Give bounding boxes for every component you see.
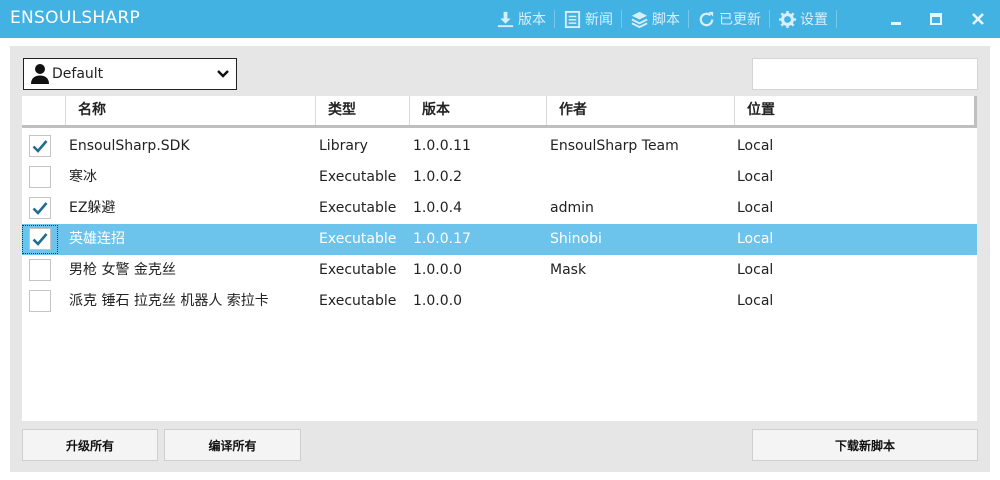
cell-location: Local [737, 231, 774, 247]
cell-location: Local [737, 138, 774, 154]
cell-location: Local [737, 200, 774, 216]
title-bar: ENSOULSHARP 版本 新闻 脚本 已更新 设置 [0, 0, 1000, 38]
row-checkbox[interactable] [29, 259, 51, 281]
updated-button-label: 已更新 [719, 12, 761, 28]
cell-type: Executable [319, 262, 397, 278]
cell-type: Library [319, 138, 368, 154]
download-new-scripts-button[interactable]: 下载新脚本 [752, 429, 978, 461]
table-row[interactable]: 英雄连招 Executable 1.0.0.17 Shinobi Local [22, 224, 977, 255]
app-title: ENSOULSHARP [10, 8, 141, 28]
scripts-button[interactable]: 脚本 [622, 0, 688, 38]
maximize-button[interactable] [916, 0, 956, 38]
cell-version: 1.0.0.4 [413, 200, 462, 216]
row-checkbox[interactable] [29, 135, 51, 157]
cell-type: Executable [319, 169, 397, 185]
close-icon [972, 13, 984, 25]
table-row[interactable]: 派克 锤石 拉克丝 机器人 索拉卡 Executable 1.0.0.0 Local [22, 286, 977, 317]
news-button-label: 新闻 [585, 12, 613, 28]
search-input[interactable] [752, 58, 978, 90]
cell-author: Shinobi [550, 231, 602, 247]
version-button[interactable]: 版本 [488, 0, 554, 38]
scripts-table: 名称 类型 版本 作者 位置 EnsoulSharp.SDK Library 1.0… [22, 96, 977, 421]
cell-version: 1.0.0.2 [413, 169, 462, 185]
cell-version: 1.0.0.0 [413, 293, 462, 309]
cell-name: 寒冰 [69, 169, 97, 185]
cell-type: Executable [319, 231, 397, 247]
cell-author: admin [550, 200, 594, 216]
cell-name: 英雄连招 [69, 231, 125, 247]
row-checkbox[interactable] [29, 197, 51, 219]
refresh-icon [699, 11, 714, 26]
titlebar-actions: 版本 新闻 脚本 已更新 设置 [488, 0, 837, 38]
row-checkbox[interactable] [29, 290, 51, 312]
chevron-down-icon [217, 70, 229, 78]
layers-icon [631, 11, 648, 28]
row-checkbox[interactable] [29, 228, 51, 250]
upgrade-all-button[interactable]: 升级所有 [22, 429, 158, 461]
header-end-bar [974, 96, 977, 128]
table-row[interactable]: EZ躲避 Executable 1.0.0.4 admin Local [22, 193, 977, 224]
header-author[interactable]: 作者 [547, 96, 735, 125]
updated-button[interactable]: 已更新 [689, 0, 769, 38]
minimize-icon [891, 22, 901, 25]
profile-dropdown[interactable]: Default [23, 58, 237, 90]
settings-button[interactable]: 设置 [770, 0, 836, 38]
cell-name: EnsoulSharp.SDK [69, 138, 190, 154]
cell-name: EZ躲避 [69, 200, 116, 216]
scripts-button-label: 脚本 [652, 12, 680, 28]
titlebar-separator [836, 10, 837, 28]
check-icon [32, 233, 48, 246]
header-type[interactable]: 类型 [316, 96, 410, 125]
cell-type: Executable [319, 293, 397, 309]
check-icon [32, 202, 48, 215]
version-button-label: 版本 [518, 12, 546, 28]
table-body: EnsoulSharp.SDK Library 1.0.0.11 EnsoulShar… [22, 131, 977, 317]
maximize-icon [930, 13, 942, 25]
header-name[interactable]: 名称 [66, 96, 316, 125]
header-version[interactable]: 版本 [410, 96, 547, 125]
profile-selected-value: Default [52, 66, 104, 82]
cell-name: 派克 锤石 拉克丝 机器人 索拉卡 [69, 293, 269, 309]
cell-location: Local [737, 169, 774, 185]
table-row[interactable]: 寒冰 Executable 1.0.0.2 Local [22, 162, 977, 193]
cell-location: Local [737, 293, 774, 309]
news-icon [564, 10, 581, 28]
cell-author: Mask [550, 262, 587, 278]
header-checkbox-column[interactable] [22, 96, 66, 125]
minimize-button[interactable] [876, 0, 916, 38]
table-row[interactable]: 男枪 女警 金克丝 Executable 1.0.0.0 Mask Local [22, 255, 977, 286]
settings-button-label: 设置 [800, 12, 828, 28]
header-location[interactable]: 位置 [735, 96, 974, 125]
cell-version: 1.0.0.0 [413, 262, 462, 278]
download-icon [497, 11, 514, 27]
main-panel: Default 名称 类型 版本 作者 位置 EnsoulSharp.SDK Li… [10, 46, 990, 472]
gear-icon [778, 10, 797, 28]
cell-type: Executable [319, 200, 397, 216]
compile-all-button[interactable]: 编译所有 [164, 429, 301, 461]
cell-author: EnsoulSharp Team [550, 138, 679, 154]
cell-version: 1.0.0.11 [413, 138, 471, 154]
cell-location: Local [737, 262, 774, 278]
news-button[interactable]: 新闻 [555, 0, 621, 38]
user-icon [31, 64, 49, 84]
cell-version: 1.0.0.17 [413, 231, 471, 247]
table-header: 名称 类型 版本 作者 位置 [22, 96, 977, 128]
row-checkbox[interactable] [29, 166, 51, 188]
close-button[interactable] [958, 0, 998, 38]
check-icon [32, 140, 48, 153]
table-row[interactable]: EnsoulSharp.SDK Library 1.0.0.11 EnsoulShar… [22, 131, 977, 162]
cell-name: 男枪 女警 金克丝 [69, 262, 176, 278]
